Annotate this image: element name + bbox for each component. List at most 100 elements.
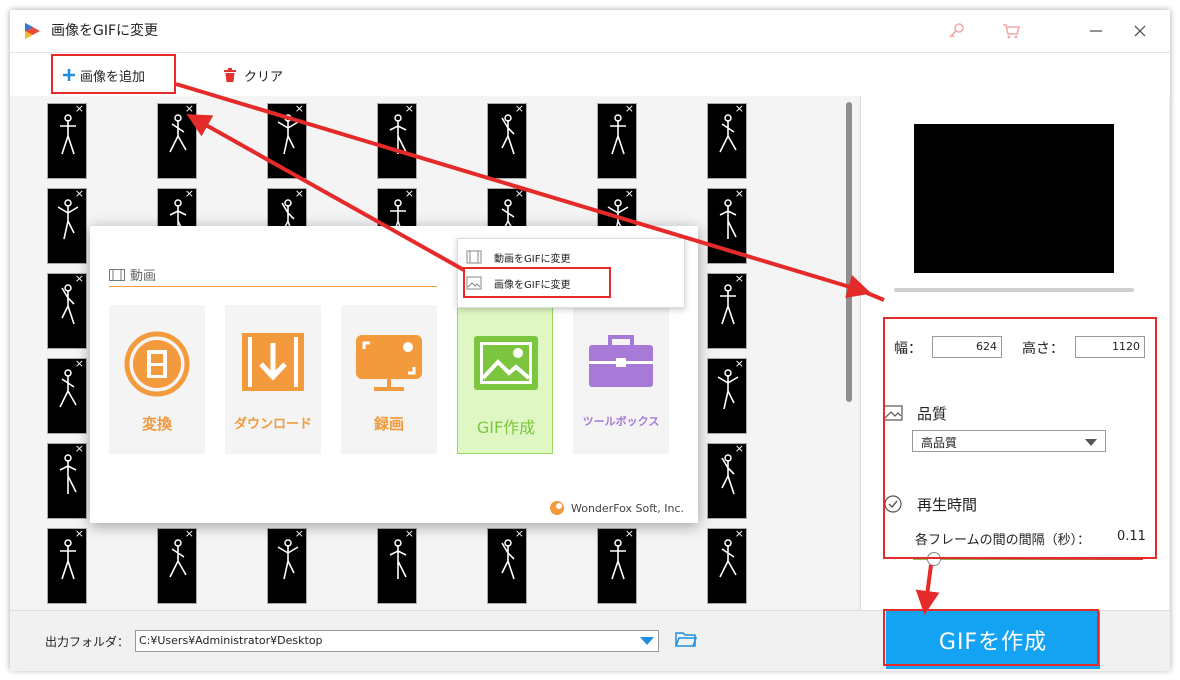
interval-value: 0.11 xyxy=(1117,529,1146,544)
minimize-icon[interactable] xyxy=(1083,18,1109,44)
image-thumbnail[interactable]: × xyxy=(487,103,527,179)
image-quality-icon xyxy=(883,405,903,425)
download-icon xyxy=(238,329,308,403)
stick-figure-icon xyxy=(277,539,299,580)
height-input[interactable]: 1120 xyxy=(1075,336,1145,358)
toolbox-icon xyxy=(586,329,656,403)
image-thumbnail[interactable]: × xyxy=(47,358,87,434)
toolbar: 画像を追加 クリア xyxy=(10,52,1170,97)
image-to-gif-label: 画像をGIFに変更 xyxy=(494,279,571,291)
grid-scrollbar[interactable] xyxy=(843,96,858,610)
stick-figure-icon xyxy=(719,539,737,578)
interval-label: 各フレームの間の間隔（秒）： xyxy=(915,533,1091,548)
image-thumbnail[interactable]: × xyxy=(707,188,747,264)
close-icon[interactable] xyxy=(1127,18,1153,44)
gif-preview xyxy=(914,124,1114,273)
download-card[interactable]: ダウンロード xyxy=(225,305,321,454)
toolbox-card[interactable]: ツールボックス xyxy=(573,305,669,454)
output-path-value: C:¥Users¥Administrator¥Desktop xyxy=(139,634,323,647)
stick-figure-icon xyxy=(61,284,75,325)
image-thumbnail[interactable]: × xyxy=(707,358,747,434)
app-logo-icon xyxy=(22,21,42,45)
interval-slider-knob[interactable] xyxy=(926,552,941,566)
image-thumbnail[interactable]: × xyxy=(597,103,637,179)
toolbox-label: ツールボックス xyxy=(582,415,660,428)
chevron-down-icon[interactable] xyxy=(640,637,654,645)
height-label: 高さ： xyxy=(1022,341,1064,357)
image-thumbnail[interactable]: × xyxy=(377,103,417,179)
image-thumbnail[interactable]: × xyxy=(47,273,87,349)
preview-progress-bar[interactable] xyxy=(894,288,1134,292)
stick-figure-icon xyxy=(57,199,79,240)
video-file-icon xyxy=(466,250,482,264)
image-thumbnail[interactable]: × xyxy=(377,528,417,604)
gif-maker-card[interactable]: GIF作成 xyxy=(457,305,553,454)
scrollbar-thumb[interactable] xyxy=(846,102,852,402)
image-thumbnail[interactable]: × xyxy=(707,103,747,179)
window-title: 画像をGIFに変更 xyxy=(51,23,159,39)
output-path-field[interactable]: C:¥Users¥Administrator¥Desktop xyxy=(135,630,659,652)
stick-figure-icon xyxy=(717,369,739,410)
wonderfox-logo-icon xyxy=(549,500,565,516)
image-thumbnail[interactable]: × xyxy=(267,103,307,179)
create-gif-button[interactable]: GIFを作成 xyxy=(886,611,1100,669)
cart-icon[interactable] xyxy=(998,18,1024,44)
image-thumbnail[interactable]: × xyxy=(487,528,527,604)
key-icon[interactable] xyxy=(944,18,970,44)
trash-icon xyxy=(224,68,236,82)
stick-figure-icon xyxy=(169,114,187,153)
stick-figure-icon xyxy=(610,539,626,580)
image-thumbnail[interactable]: × xyxy=(597,528,637,604)
gif-submenu: 動画をGIFに変更 画像をGIFに変更 xyxy=(457,238,685,308)
stick-figure-icon xyxy=(60,114,76,155)
image-thumbnail[interactable]: × xyxy=(157,103,197,179)
image-thumbnail[interactable]: × xyxy=(47,188,87,264)
stick-figure-icon xyxy=(59,369,77,408)
stick-figure-icon xyxy=(501,114,515,155)
film-icon xyxy=(109,268,125,281)
clear-button[interactable]: クリア xyxy=(224,53,283,97)
width-label: 幅： xyxy=(894,341,922,357)
playback-label: 再生時間 xyxy=(917,496,978,514)
image-thumbnail[interactable]: × xyxy=(47,443,87,519)
section-divider xyxy=(109,286,437,287)
image-thumbnail[interactable]: × xyxy=(157,528,197,604)
video-section-header: 動画 xyxy=(109,265,156,284)
interval-slider[interactable] xyxy=(913,558,1143,560)
clear-label: クリア xyxy=(244,69,284,85)
submenu-video-to-gif[interactable]: 動画をGIFに変更 xyxy=(466,245,570,269)
chevron-down-icon xyxy=(1085,439,1097,446)
gif-image-icon xyxy=(471,330,541,404)
plus-icon xyxy=(62,68,76,82)
add-images-button[interactable]: 画像を追加 xyxy=(62,53,145,97)
download-label: ダウンロード xyxy=(233,417,312,432)
image-thumbnail[interactable]: × xyxy=(47,528,87,604)
image-thumbnail[interactable]: × xyxy=(707,443,747,519)
image-thumbnail[interactable]: × xyxy=(267,528,307,604)
width-input[interactable]: 624 xyxy=(932,336,1002,358)
app-window: 画像をGIFに変更 画像を追加 クリア × × × × × × × × × × … xyxy=(10,10,1170,671)
stick-figure-icon xyxy=(719,199,737,239)
stick-figure-icon xyxy=(720,284,736,325)
open-folder-icon[interactable] xyxy=(675,630,698,652)
brand-footer: WonderFox Soft, Inc. xyxy=(549,500,684,516)
stick-figure-icon xyxy=(60,539,76,580)
stick-figure-icon xyxy=(169,539,187,578)
image-thumbnail[interactable]: × xyxy=(47,103,87,179)
image-thumbnail[interactable]: × xyxy=(707,528,747,604)
record-card[interactable]: 録画 xyxy=(341,305,437,454)
quality-select[interactable]: 高品質 xyxy=(912,430,1106,452)
quality-label: 品質 xyxy=(917,405,948,423)
stick-figure-icon xyxy=(719,114,737,153)
title-bar: 画像をGIFに変更 xyxy=(10,10,1170,52)
gif-maker-label: GIF作成 xyxy=(476,418,536,437)
convert-card[interactable]: 変換 xyxy=(109,305,205,454)
image-thumbnail[interactable]: × xyxy=(707,273,747,349)
stick-figure-icon xyxy=(59,454,77,494)
stick-figure-icon xyxy=(277,114,299,155)
submenu-image-to-gif[interactable]: 画像をGIFに変更 xyxy=(466,271,570,295)
stick-figure-icon xyxy=(501,539,515,580)
stick-figure-icon xyxy=(610,114,626,155)
stick-figure-icon xyxy=(389,539,407,579)
video-section-label: 動画 xyxy=(130,269,157,284)
